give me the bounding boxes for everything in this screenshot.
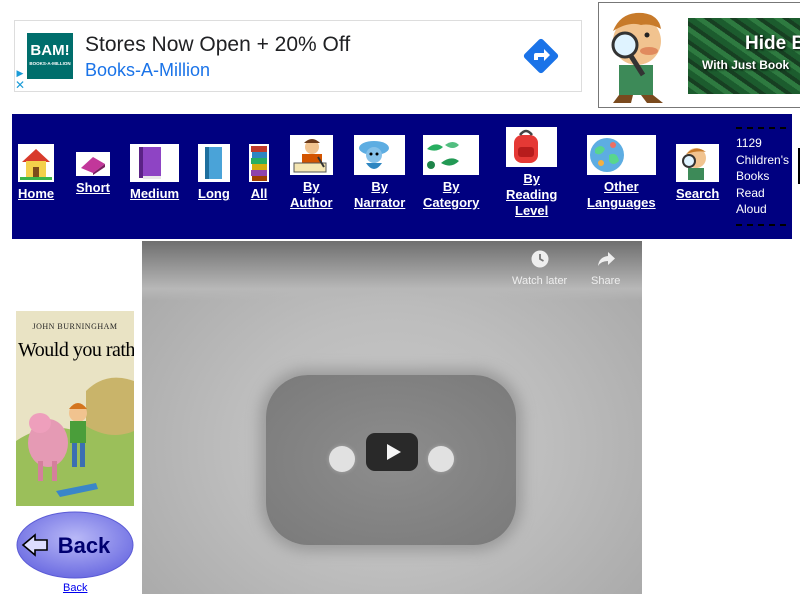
nav-label-other-languages-2: Languages	[587, 195, 656, 210]
banner-image	[688, 18, 800, 94]
book-title: Would you rather...	[18, 339, 134, 361]
purple-book-icon	[130, 144, 180, 182]
nav-by-category[interactable]: By Category	[423, 135, 480, 211]
nav-by-author[interactable]: By Author	[290, 135, 333, 211]
count-line-4: Read	[736, 185, 765, 200]
ad-title[interactable]: Stores Now Open + 20% Off	[85, 33, 350, 57]
close-icon[interactable]: ✕	[14, 79, 26, 91]
nav-label-home: Home	[18, 186, 55, 201]
count-line-2: Children's	[736, 152, 789, 167]
thumbnail-left-dot	[329, 446, 355, 472]
nav-label-by-author-2: Author	[290, 195, 333, 210]
backpack-icon	[506, 127, 558, 167]
nav-short[interactable]: Short	[76, 152, 110, 196]
nav-other-languages[interactable]: Other Languages	[587, 135, 656, 211]
book-stack-icon	[249, 144, 269, 182]
nav-label-all: All	[250, 186, 268, 201]
hide-banner-ad[interactable]: Hide B With Just Book	[598, 2, 800, 108]
nav-label-short: Short	[76, 180, 110, 195]
count-line-3: Books	[736, 169, 770, 183]
back-button-label: Back	[58, 533, 111, 558]
ad-subtitle[interactable]: Books-A-Million	[85, 60, 210, 81]
nav-label-by-narrator-1: By	[371, 179, 388, 194]
back-button[interactable]: Back	[16, 510, 134, 580]
nav-long[interactable]: Long	[198, 144, 230, 202]
logo-big-text: BAM!	[30, 42, 70, 59]
pig-and-child-illustration	[16, 371, 134, 506]
banner-subline: With Just Book	[702, 58, 790, 72]
nav-by-narrator[interactable]: By Narrator	[354, 135, 406, 211]
advertisement[interactable]: BAM! BOOKS-A-MILLION Stores Now Open + 2…	[14, 20, 582, 92]
video-player[interactable]: Watch later Share	[142, 241, 642, 594]
main-navigation: Home Short Medium Long All By Author By …	[12, 114, 800, 239]
nav-label-by-narrator-2: Narrator	[354, 195, 406, 210]
back-link[interactable]: Back	[63, 582, 87, 594]
nav-label-long: Long	[198, 186, 230, 201]
house-icon	[18, 144, 55, 182]
nav-all[interactable]: All	[249, 144, 269, 202]
nav-label-medium: Medium	[130, 186, 180, 201]
nav-label-by-category-2: Category	[423, 195, 480, 210]
nav-by-reading-level[interactable]: By Reading Level	[506, 127, 558, 219]
narrator-character-icon	[354, 135, 406, 175]
thumbnail-right-dot	[428, 446, 454, 472]
author-writing-icon	[290, 135, 333, 175]
count-number: 1129	[736, 136, 762, 150]
share-arrow-icon	[597, 252, 615, 266]
small-book-icon	[76, 152, 110, 176]
ad-arrow-icon[interactable]	[523, 38, 559, 74]
magnifier-detective-icon	[676, 144, 720, 182]
blue-book-icon	[198, 144, 230, 182]
nav-search[interactable]: Search	[676, 144, 720, 202]
logo-small-text: BOOKS-A-MILLION	[29, 61, 71, 66]
nav-label-by-reading-level-3: Level	[515, 203, 549, 218]
nav-medium[interactable]: Medium	[130, 144, 180, 202]
nav-label-by-category-1: By	[442, 179, 460, 194]
bam-logo: BAM! BOOKS-A-MILLION	[27, 33, 73, 79]
watch-later-label: Watch later	[512, 275, 568, 287]
watch-later-button[interactable]: Watch later	[512, 249, 567, 287]
globe-icon	[587, 135, 656, 175]
count-line-5: Aloud	[736, 202, 767, 216]
nav-label-search: Search	[676, 186, 720, 201]
book-cover: JOHN BURNINGHAM Would you rather...	[16, 311, 134, 506]
lizard-category-icon	[423, 135, 480, 175]
share-label: Share	[591, 275, 621, 287]
nav-label-by-author-1: By	[302, 179, 320, 194]
nav-label-by-reading-level-1: By	[523, 171, 540, 186]
nav-label-by-reading-level-2: Reading	[506, 187, 558, 202]
nav-home[interactable]: Home	[18, 144, 55, 202]
book-count-text: 1129 Children's Books Read Aloud	[736, 127, 792, 225]
detective-cartoon-icon	[611, 12, 663, 103]
clock-icon	[531, 250, 549, 268]
book-author: JOHN BURNINGHAM	[32, 322, 118, 331]
play-button-icon[interactable]	[366, 433, 418, 471]
share-button[interactable]: Share	[591, 249, 620, 287]
banner-headline: Hide B	[745, 33, 800, 54]
nav-label-other-languages-1: Other	[603, 179, 639, 194]
